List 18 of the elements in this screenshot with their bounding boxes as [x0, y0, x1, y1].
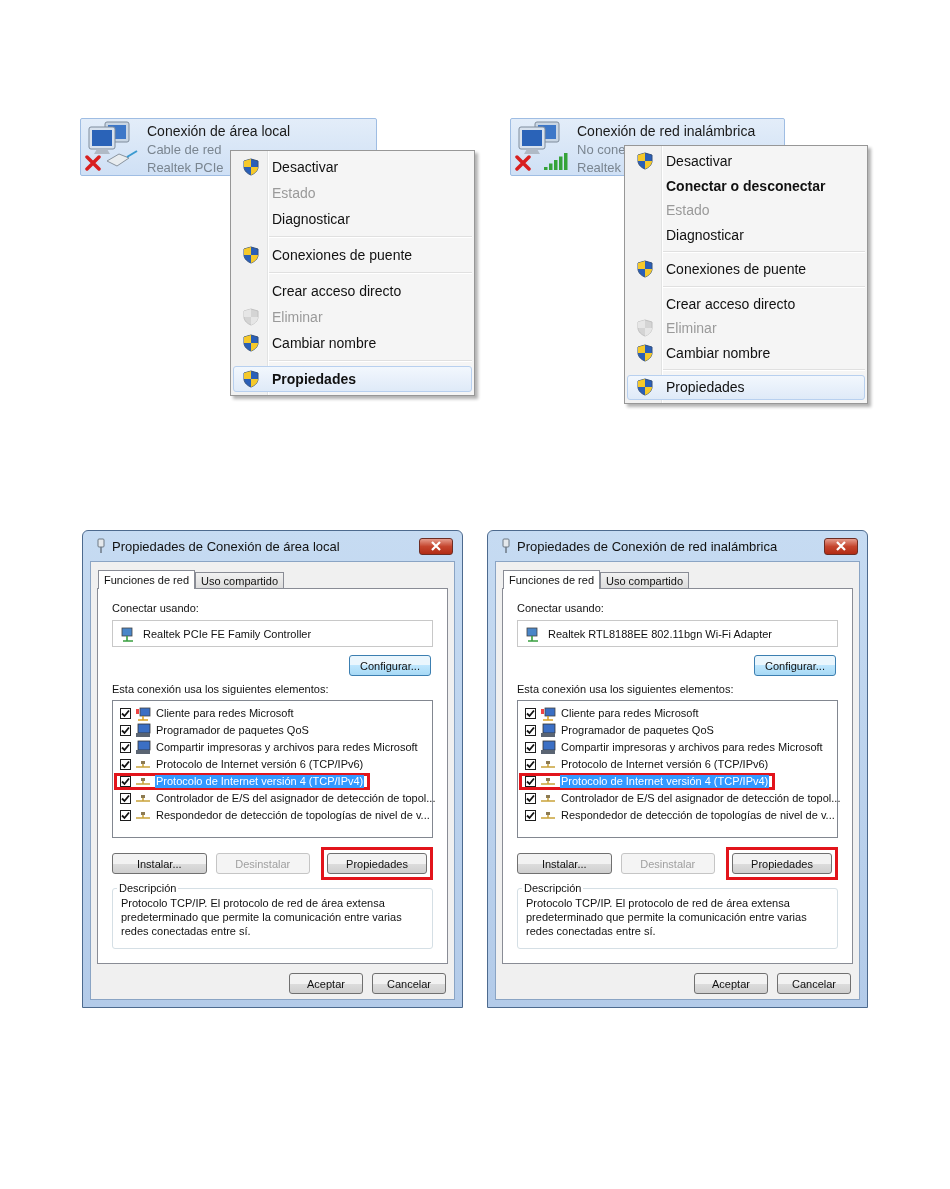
list-label: Esta conexión usa los siguientes elementos: [517, 682, 735, 696]
group-title: Descripción [523, 882, 583, 894]
group-title: Descripción [118, 882, 178, 894]
adapter-name: Realtek PCIe FE Family Controller [143, 626, 312, 641]
connection-name: Conexión de área local [147, 122, 291, 141]
description-text: Protocolo TCP/IP. El protocolo de red de área extensa predeterminado que permite la comunicación entre varias redes conectadas entre sí. [121, 896, 403, 938]
field-label: Conectar usando: [112, 601, 200, 615]
adapter-name: Realtek RTL8188EE 802.11bgn Wi-Fi Adapter [548, 626, 772, 641]
field-label: Conectar usando: [517, 601, 605, 615]
connection-detail: Realtek [577, 159, 622, 177]
window-title: Propiedades de Conexión de red inalámbrica [517, 538, 779, 554]
connection-detail: Cable de red [147, 141, 222, 159]
list-label: Esta conexión usa los siguientes elementos: [112, 682, 330, 696]
connection-detail: No cone [577, 141, 626, 159]
description-text: Protocolo TCP/IP. El protocolo de red de área extensa predeterminado que permite la comunicación entre varias redes conectadas entre sí. [526, 896, 808, 938]
connection-detail: Realtek PCIe [147, 159, 224, 177]
window-title: Propiedades de Conexión de área local [112, 538, 341, 554]
connection-name: Conexión de red inalámbrica [577, 122, 756, 141]
